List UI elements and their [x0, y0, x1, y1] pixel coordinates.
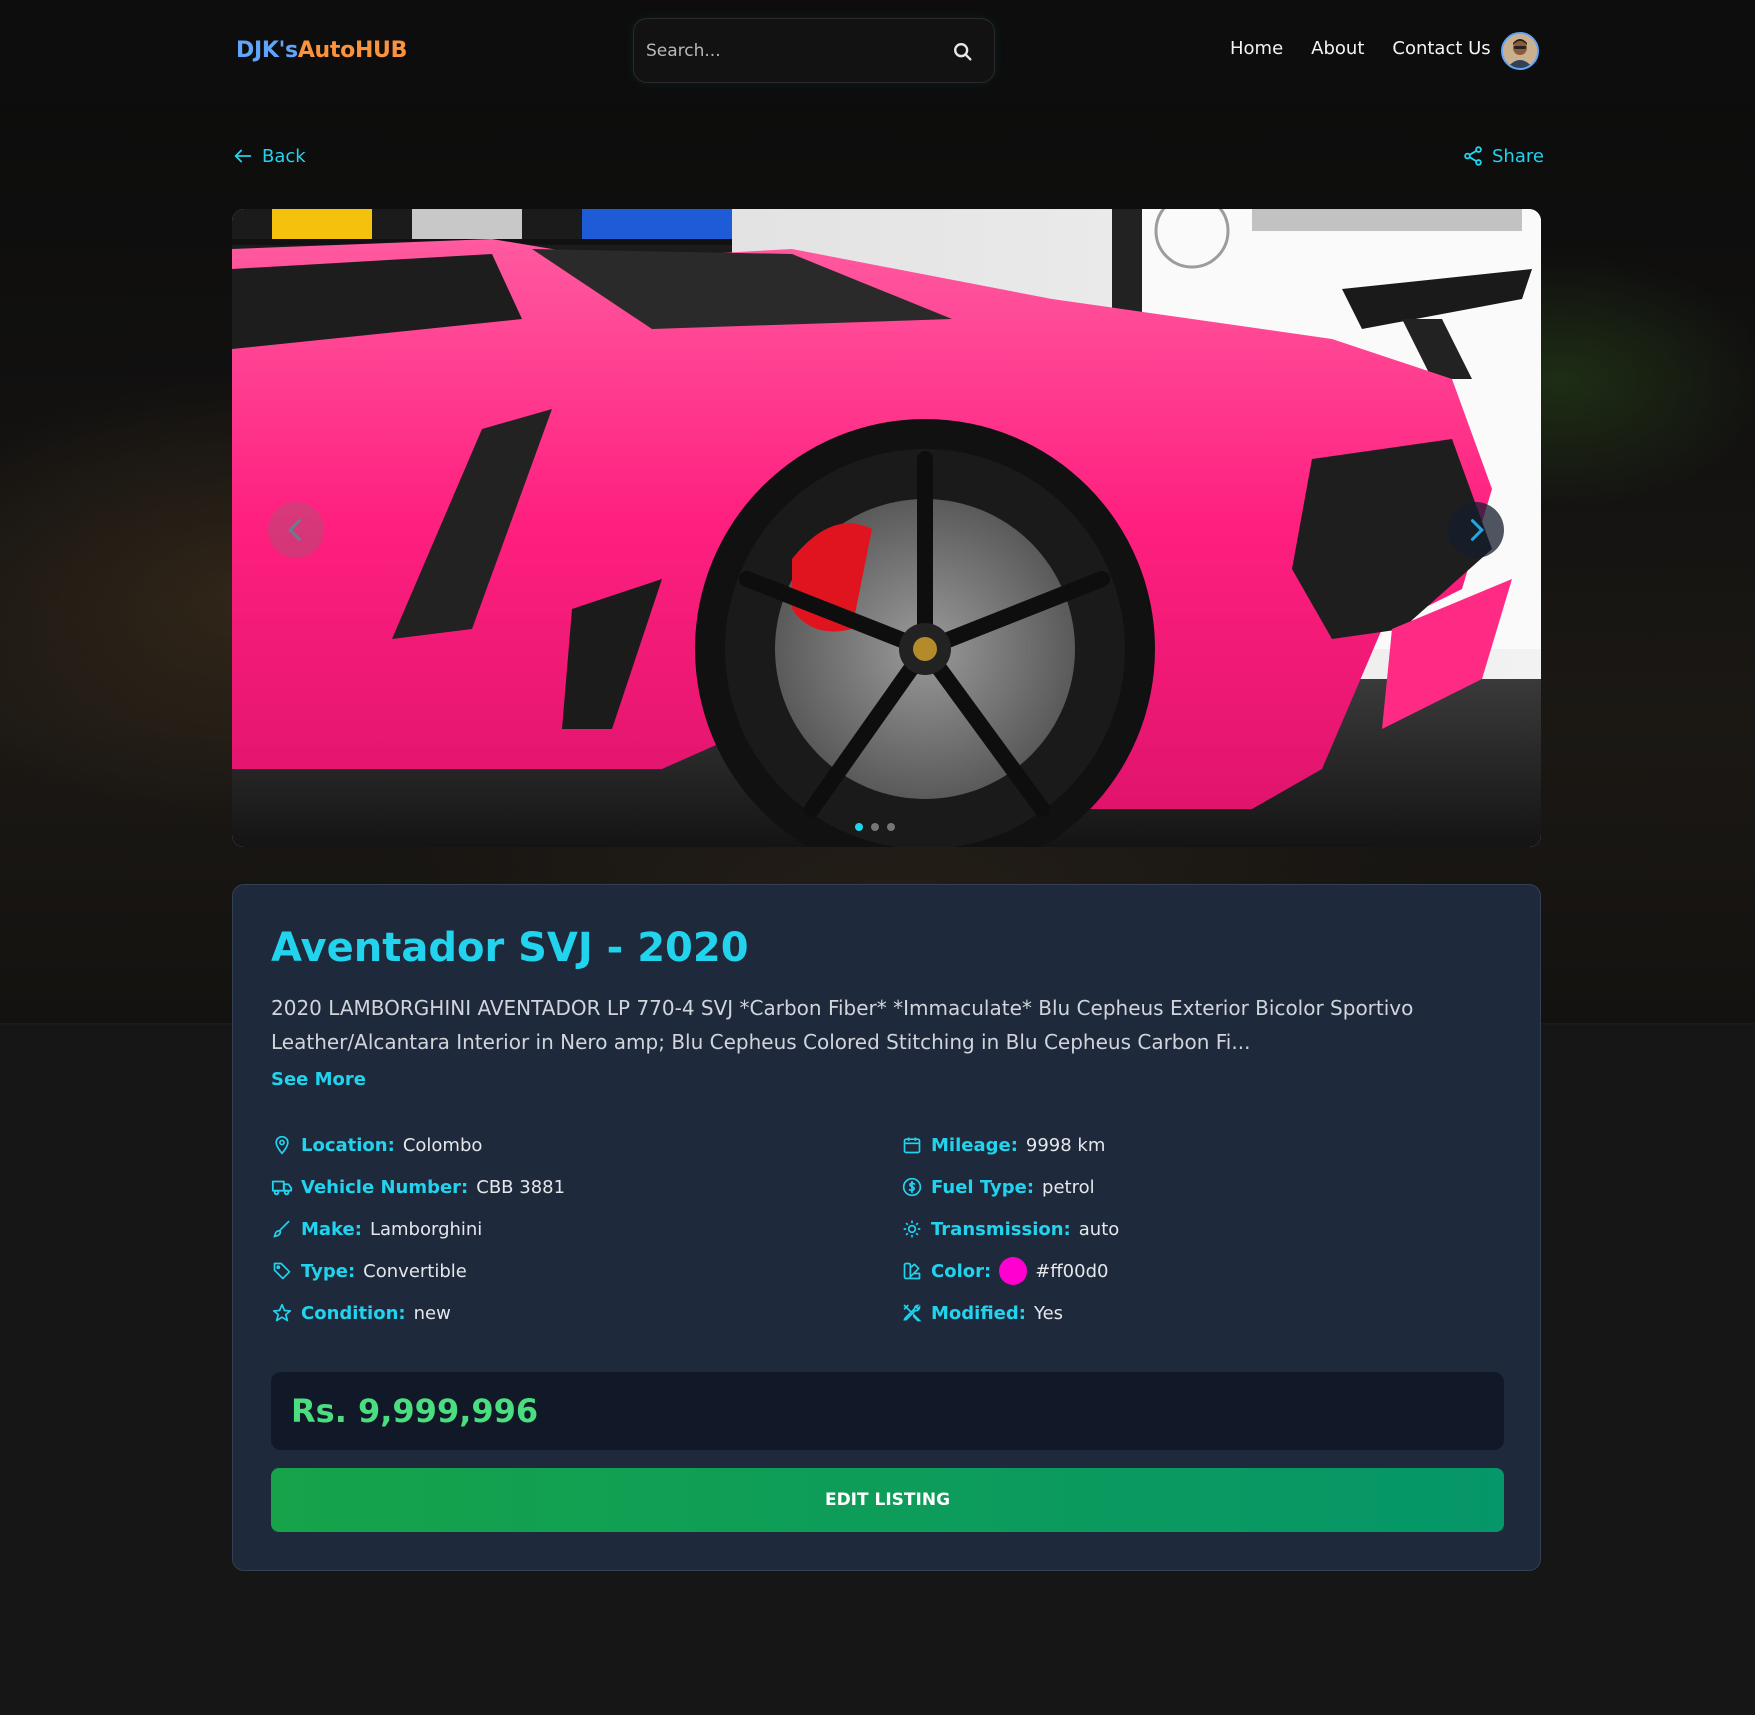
spec-vehicle-number: Vehicle Number: CBB 3881 — [271, 1173, 565, 1201]
spec-value: Yes — [1033, 1302, 1064, 1324]
spec-label: Make: — [301, 1218, 362, 1240]
share-label: Share — [1492, 145, 1544, 167]
listing-title: Aventador SVJ - 2020 — [271, 925, 749, 971]
navbar: DJK'sAutoHUB Home About Contact Us — [0, 0, 1755, 103]
brand-part1: DJK's — [236, 38, 298, 63]
spec-value: CBB 3881 — [476, 1176, 566, 1198]
gear-icon — [901, 1218, 923, 1240]
carousel-dot[interactable] — [855, 823, 863, 831]
carousel-dot[interactable] — [887, 823, 895, 831]
carousel-next-button[interactable] — [1448, 502, 1504, 558]
share-icon — [1464, 146, 1482, 166]
spec-transmission: Transmission: auto — [901, 1215, 1119, 1243]
back-button[interactable]: Back — [232, 145, 306, 167]
listing-description: 2020 LAMBORGHINI AVENTADOR LP 770-4 SVJ … — [271, 996, 1414, 1054]
brand-logo[interactable]: DJK'sAutoHUB — [236, 38, 407, 63]
color-swatch — [999, 1257, 1028, 1285]
car-photo — [232, 209, 1541, 847]
spec-label: Fuel Type: — [931, 1176, 1035, 1198]
dollar-circle-icon — [901, 1176, 923, 1198]
spec-value: Convertible — [363, 1260, 467, 1282]
chevron-left-icon — [288, 519, 302, 541]
tools-icon — [901, 1302, 923, 1324]
star-icon — [271, 1302, 293, 1324]
carousel-dots — [855, 823, 895, 831]
listing-price: Rs. 9,999,996 — [291, 1392, 539, 1430]
palette-icon — [901, 1260, 923, 1282]
search-icon[interactable] — [952, 41, 974, 63]
spec-mileage: Mileage: 9998 km — [901, 1131, 1105, 1159]
nav-links: Home About Contact Us — [1230, 38, 1491, 59]
arrow-left-icon — [234, 149, 252, 163]
user-avatar[interactable] — [1501, 32, 1539, 70]
calendar-icon — [901, 1134, 923, 1156]
spec-value: #ff00d0 — [1035, 1260, 1109, 1282]
spec-fuel-type: Fuel Type: petrol — [901, 1173, 1095, 1201]
spec-label: Mileage: — [931, 1134, 1018, 1156]
spec-type: Type: Convertible — [271, 1257, 467, 1285]
truck-icon — [271, 1176, 293, 1198]
brush-icon — [271, 1218, 293, 1240]
spec-value: Colombo — [402, 1134, 483, 1156]
nav-home-link[interactable]: Home — [1230, 38, 1283, 59]
brand-part2: AutoHUB — [297, 38, 408, 63]
listing-details-card: Aventador SVJ - 2020 2020 LAMBORGHINI AV… — [232, 884, 1541, 1571]
image-carousel[interactable] — [232, 209, 1541, 847]
spec-label: Color: — [931, 1260, 992, 1282]
search-bar — [633, 18, 995, 83]
chevron-right-icon — [1470, 519, 1484, 541]
nav-about-link[interactable]: About — [1311, 38, 1364, 59]
carousel-prev-button[interactable] — [268, 502, 324, 558]
spec-label: Modified: — [931, 1302, 1026, 1324]
map-pin-icon — [271, 1134, 293, 1156]
edit-listing-button[interactable]: EDIT LISTING — [271, 1468, 1504, 1532]
spec-make: Make: Lamborghini — [271, 1215, 482, 1243]
spec-value: petrol — [1042, 1176, 1095, 1198]
tag-icon — [271, 1260, 293, 1282]
spec-value: 9998 km — [1025, 1134, 1106, 1156]
spec-label: Type: — [301, 1260, 356, 1282]
spec-location: Location: Colombo — [271, 1131, 482, 1159]
spec-color: Color: #ff00d0 — [901, 1257, 1108, 1285]
spec-modified: Modified: Yes — [901, 1299, 1063, 1327]
share-button[interactable]: Share — [1462, 145, 1544, 167]
spec-label: Vehicle Number: — [301, 1176, 469, 1198]
nav-contact-link[interactable]: Contact Us — [1392, 38, 1490, 59]
spec-label: Location: — [301, 1134, 395, 1156]
spec-value: Lamborghini — [369, 1218, 483, 1240]
spec-label: Condition: — [301, 1302, 406, 1324]
search-input[interactable] — [646, 33, 946, 69]
spec-label: Transmission: — [931, 1218, 1071, 1240]
see-more-link[interactable]: See More — [271, 1069, 366, 1090]
carousel-dot[interactable] — [871, 823, 879, 831]
spec-value: auto — [1078, 1218, 1120, 1240]
spec-condition: Condition: new — [271, 1299, 451, 1327]
price-box: Rs. 9,999,996 — [271, 1372, 1504, 1450]
spec-value: new — [413, 1302, 451, 1324]
back-label: Back — [262, 145, 306, 167]
